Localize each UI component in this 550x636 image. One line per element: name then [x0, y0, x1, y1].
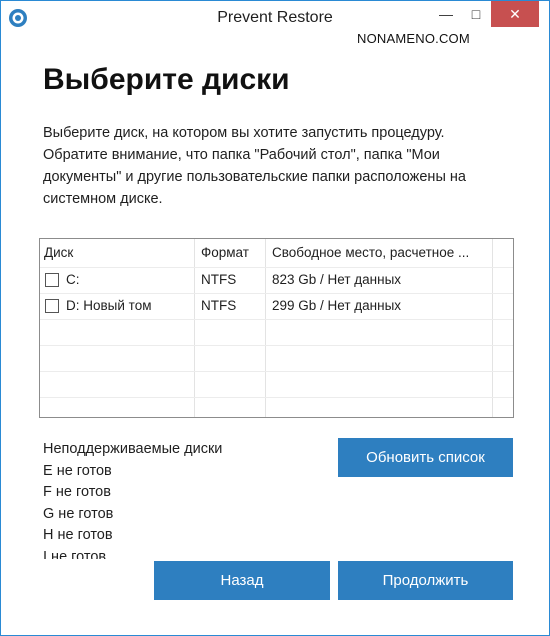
unsupported-item: H не готов: [43, 527, 113, 543]
column-divider: [194, 239, 195, 417]
unsupported-item: I не готов: [43, 548, 107, 560]
row-divider: [40, 319, 513, 320]
unsupported-disks-list: Неподдерживаемые диски E не готов F не г…: [43, 439, 293, 559]
disk-format-c: NTFS: [201, 272, 237, 287]
row-divider: [40, 397, 513, 398]
row-divider: [40, 371, 513, 372]
continue-button[interactable]: Продолжить: [338, 561, 513, 600]
disk-free-c: 823 Gb / Нет данных: [272, 272, 402, 287]
unsupported-title: Неподдерживаемые диски: [43, 441, 223, 457]
app-window: Prevent Restore — □ ✕ NONAMENO.COM Выбер…: [0, 0, 550, 636]
disk-free-d: 299 Gb / Нет данных: [272, 298, 402, 313]
disk-name-d[interactable]: D: Новый том: [66, 293, 152, 319]
row-divider: [40, 345, 513, 346]
back-button[interactable]: Назад: [154, 561, 330, 600]
page-description: Выберите диск, на котором вы хотите запу…: [43, 125, 466, 207]
disk-table: Диск Формат Свободное место, расчетное .…: [39, 238, 514, 418]
watermark-text: NONAMENO.COM: [357, 31, 470, 46]
minimize-button[interactable]: —: [431, 1, 461, 27]
unsupported-item: F не готов: [43, 484, 111, 500]
column-divider: [265, 239, 266, 417]
disk-d-checkbox[interactable]: [45, 299, 59, 313]
page-title: Выберите диски: [43, 63, 290, 96]
column-header-format[interactable]: Формат: [201, 239, 249, 267]
refresh-list-button[interactable]: Обновить список: [338, 438, 513, 477]
disk-c-checkbox[interactable]: [45, 273, 59, 287]
column-divider: [492, 239, 493, 417]
disk-name-c[interactable]: C:: [66, 267, 80, 293]
column-header-disk[interactable]: Диск: [44, 239, 73, 267]
close-button[interactable]: ✕: [491, 1, 539, 27]
unsupported-item: E не готов: [43, 462, 112, 479]
title-bar[interactable]: Prevent Restore — □ ✕: [1, 1, 549, 35]
column-header-free-space[interactable]: Свободное место, расчетное ...: [272, 239, 469, 267]
unsupported-item: G не готов: [43, 505, 114, 522]
disk-format-d: NTFS: [201, 298, 237, 313]
maximize-button[interactable]: □: [461, 1, 491, 27]
